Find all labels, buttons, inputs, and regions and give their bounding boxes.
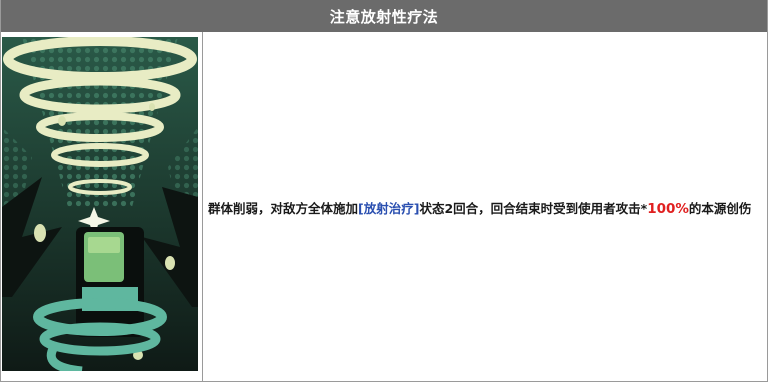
desc-part2: 状态2回合，回合结束时受到使用者攻击* xyxy=(419,200,648,216)
skill-row: 群体削弱，对敌方全体施加[放射治疗]状态2回合，回合结束时受到使用者攻击*100… xyxy=(1,32,767,381)
skill-title: 注意放射性疗法 xyxy=(1,0,767,32)
skill-art-cell xyxy=(1,32,203,381)
damage-value: 100% xyxy=(647,200,689,217)
skill-description-cell: 群体削弱，对敌方全体施加[放射治疗]状态2回合，回合结束时受到使用者攻击*100… xyxy=(203,32,767,381)
status-link-radiation[interactable]: [放射治疗] xyxy=(358,201,419,216)
radiation-beacon-icon xyxy=(2,37,198,371)
skill-description: 群体削弱，对敌方全体施加[放射治疗]状态2回合，回合结束时受到使用者攻击*100… xyxy=(208,199,751,219)
desc-part3: 的本源创伤 xyxy=(688,200,752,216)
desc-part1: 群体削弱，对敌方全体施加 xyxy=(208,200,359,216)
skill-card: 注意放射性疗法 群体削弱，对敌方全体施加[放射治疗]状态2回合，回合结束时受到使… xyxy=(0,0,768,382)
